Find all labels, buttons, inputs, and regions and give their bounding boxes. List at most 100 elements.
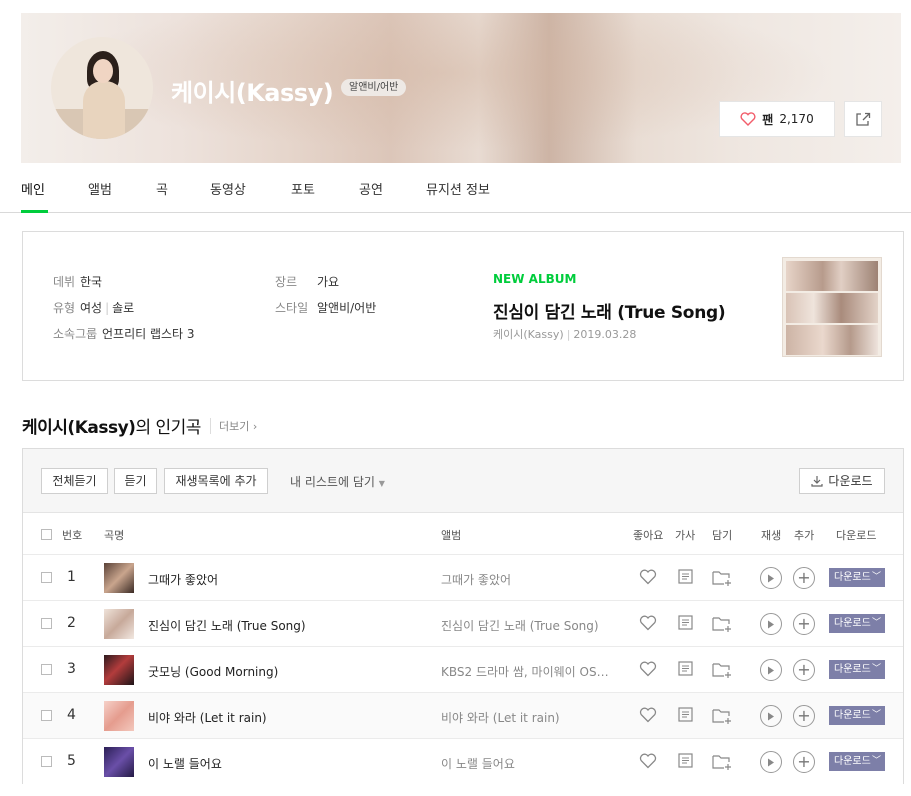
heart-icon[interactable] xyxy=(639,661,657,677)
folder-add-icon[interactable] xyxy=(712,707,734,724)
heart-icon[interactable] xyxy=(639,753,657,769)
heart-icon xyxy=(740,112,756,126)
song-title[interactable]: 비야 와라 (Let it rain) xyxy=(148,709,267,726)
song-title[interactable]: 진심이 담긴 노래 (True Song) xyxy=(148,617,306,634)
row-download-button[interactable]: 다운로드 ﹀ xyxy=(829,614,885,633)
tab-album[interactable]: 앨범 xyxy=(88,179,112,198)
folder-add-icon[interactable] xyxy=(712,615,734,632)
album-name[interactable]: 그때가 좋았어 xyxy=(441,571,613,588)
folder-add-icon[interactable] xyxy=(712,569,734,586)
popular-songs-title: 케이시(Kassy)의 인기곡 xyxy=(22,418,201,438)
tab-photos[interactable]: 포토 xyxy=(291,179,315,198)
new-album-cover[interactable] xyxy=(782,257,882,357)
debut-label: 데뷔 xyxy=(53,275,76,289)
plus-icon[interactable]: + xyxy=(793,751,815,773)
plus-icon[interactable]: + xyxy=(793,613,815,635)
row-download-button[interactable]: 다운로드 ﹀ xyxy=(829,660,885,679)
chevron-down-icon: ﹀ xyxy=(871,756,881,766)
lyrics-icon[interactable] xyxy=(678,707,693,722)
play-icon[interactable] xyxy=(760,659,782,681)
play-icon[interactable] xyxy=(760,751,782,773)
album-thumbnail[interactable] xyxy=(104,747,134,777)
heart-icon[interactable] xyxy=(639,615,657,631)
select-all-checkbox[interactable] xyxy=(41,529,52,540)
song-title[interactable]: 굿모닝 (Good Morning) xyxy=(148,663,278,680)
col-play: 재생 xyxy=(761,529,782,542)
download-button[interactable]: 다운로드 xyxy=(799,468,885,494)
col-like: 좋아요 xyxy=(633,529,664,542)
artist-info-box: 데뷔 한국 유형 여성 | 솔로 소속그룹 언프리티 랩스타 3 장르 가요 스타일… xyxy=(22,231,904,381)
chevron-down-icon: ﹀ xyxy=(871,618,881,628)
table-row: 2 진심이 담긴 노래 (True Song) 진심이 담긴 노래 (True So… xyxy=(23,600,903,646)
tab-concerts[interactable]: 공연 xyxy=(359,179,383,198)
lyrics-icon[interactable] xyxy=(678,753,693,768)
share-button[interactable] xyxy=(844,101,882,137)
chevron-down-icon: ▼ xyxy=(378,479,385,488)
plus-icon[interactable]: + xyxy=(793,705,815,727)
album-name[interactable]: 이 노랠 들어요 xyxy=(441,755,613,772)
lyrics-icon[interactable] xyxy=(678,569,693,584)
new-album-meta: 케이시(Kassy) | 2019.03.28 xyxy=(493,328,637,341)
play-all-button[interactable]: 전체듣기 xyxy=(41,468,108,494)
my-list-dropdown[interactable]: 내 리스트에 담기 ▼ xyxy=(290,473,385,490)
tab-videos[interactable]: 동영상 xyxy=(210,179,246,198)
play-icon[interactable] xyxy=(760,705,782,727)
album-name[interactable]: KBS2 드라마 쌈, 마이웨이 OST Part.1 xyxy=(441,663,613,680)
plus-icon[interactable]: + xyxy=(793,567,815,589)
heart-icon[interactable] xyxy=(639,707,657,723)
row-checkbox[interactable] xyxy=(41,572,52,583)
heart-icon[interactable] xyxy=(639,569,657,585)
artist-avatar[interactable] xyxy=(51,37,153,139)
chevron-down-icon: ﹀ xyxy=(871,572,881,582)
debut-value: 한국 xyxy=(80,275,103,289)
album-thumbnail[interactable] xyxy=(104,655,134,685)
more-link[interactable]: 더보기 › xyxy=(210,418,257,434)
new-album-date: 2019.03.28 xyxy=(573,328,637,341)
agency-value[interactable]: 언프리티 랩스타 3 xyxy=(102,325,195,342)
tab-musician-info[interactable]: 뮤지션 정보 xyxy=(426,179,490,198)
row-checkbox[interactable] xyxy=(41,618,52,629)
col-add: 추가 xyxy=(794,529,815,542)
artist-name: 케이시(Kassy) xyxy=(171,79,334,107)
col-song: 곡명 xyxy=(104,529,125,542)
chevron-down-icon: ﹀ xyxy=(871,710,881,720)
row-number: 4 xyxy=(67,707,76,723)
folder-add-icon[interactable] xyxy=(712,753,734,770)
row-number: 1 xyxy=(67,569,76,585)
play-button[interactable]: 듣기 xyxy=(114,468,157,494)
row-checkbox[interactable] xyxy=(41,756,52,767)
type-value-gender: 여성 xyxy=(80,301,103,315)
row-checkbox[interactable] xyxy=(41,664,52,675)
genre-value: 가요 xyxy=(317,275,340,289)
album-name[interactable]: 진심이 담긴 노래 (True Song) xyxy=(441,617,613,634)
download-icon xyxy=(811,476,824,487)
new-album-title[interactable]: 진심이 담긴 노래 (True Song) xyxy=(493,298,726,323)
plus-icon[interactable]: + xyxy=(793,659,815,681)
play-icon[interactable] xyxy=(760,613,782,635)
song-title[interactable]: 그때가 좋았어 xyxy=(148,571,218,588)
album-name[interactable]: 비야 와라 (Let it rain) xyxy=(441,709,613,726)
col-number: 번호 xyxy=(62,529,83,542)
col-save: 담기 xyxy=(712,529,733,542)
song-toolbar: 전체듣기 듣기 재생목록에 추가 내 리스트에 담기 ▼ 다운로드 xyxy=(23,449,903,513)
lyrics-icon[interactable] xyxy=(678,615,693,630)
folder-add-icon[interactable] xyxy=(712,661,734,678)
song-title[interactable]: 이 노랠 들어요 xyxy=(148,755,222,772)
new-album-artist[interactable]: 케이시(Kassy) xyxy=(493,328,564,341)
album-thumbnail[interactable] xyxy=(104,563,134,593)
fan-button[interactable]: 팬 2,170 xyxy=(719,101,835,137)
fan-count: 2,170 xyxy=(779,112,814,126)
album-thumbnail[interactable] xyxy=(104,701,134,731)
row-checkbox[interactable] xyxy=(41,710,52,721)
lyrics-icon[interactable] xyxy=(678,661,693,676)
tab-songs[interactable]: 곡 xyxy=(156,179,168,198)
album-thumbnail[interactable] xyxy=(104,609,134,639)
play-icon[interactable] xyxy=(760,567,782,589)
table-row: 5 이 노랠 들어요 이 노랠 들어요 + 다운로드 ﹀ xyxy=(23,738,903,784)
row-download-button[interactable]: 다운로드 ﹀ xyxy=(829,752,885,771)
popular-songs-panel: 전체듣기 듣기 재생목록에 추가 내 리스트에 담기 ▼ 다운로드 번호 곡명 … xyxy=(22,448,904,784)
row-download-button[interactable]: 다운로드 ﹀ xyxy=(829,706,885,725)
tab-main[interactable]: 메인 xyxy=(21,179,45,198)
row-download-button[interactable]: 다운로드 ﹀ xyxy=(829,568,885,587)
add-to-playlist-button[interactable]: 재생목록에 추가 xyxy=(164,468,268,494)
